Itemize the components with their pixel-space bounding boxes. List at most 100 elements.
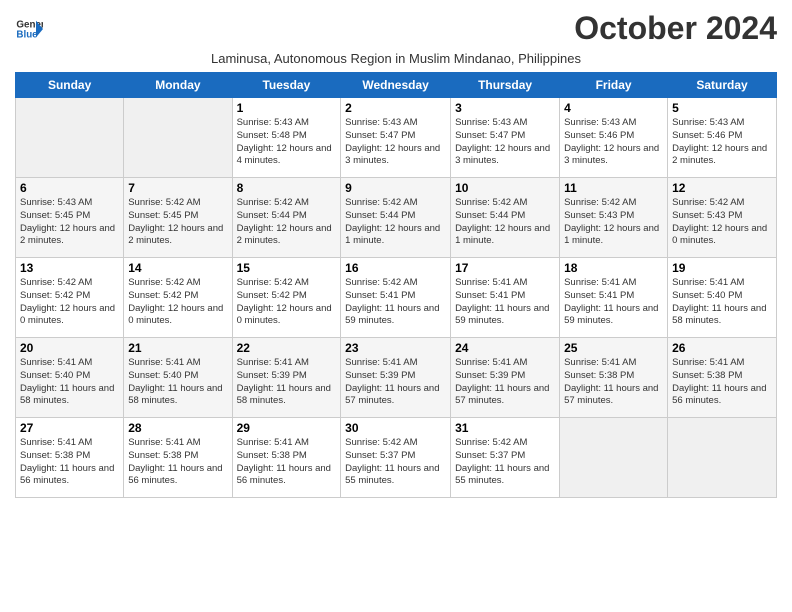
day-of-week-tuesday: Tuesday <box>232 73 341 98</box>
calendar-cell <box>668 418 777 498</box>
calendar-cell: 29 Sunrise: 5:41 AMSunset: 5:38 PMDayligh… <box>232 418 341 498</box>
day-info: Sunrise: 5:43 AMSunset: 5:48 PMDaylight:… <box>237 117 337 168</box>
day-of-week-friday: Friday <box>560 73 668 98</box>
day-number: 24 <box>455 341 555 355</box>
day-number: 23 <box>345 341 446 355</box>
calendar-cell: 25 Sunrise: 5:41 AMSunset: 5:38 PMDayligh… <box>560 338 668 418</box>
calendar-cell: 14 Sunrise: 5:42 AMSunset: 5:42 PMDayligh… <box>124 258 232 338</box>
day-info: Sunrise: 5:41 AMSunset: 5:40 PMDaylight:… <box>20 357 119 408</box>
day-info: Sunrise: 5:42 AMSunset: 5:42 PMDaylight:… <box>128 277 227 328</box>
day-of-week-sunday: Sunday <box>16 73 124 98</box>
day-info: Sunrise: 5:42 AMSunset: 5:43 PMDaylight:… <box>564 197 663 248</box>
logo: General Blue <box>15 15 43 43</box>
day-number: 2 <box>345 101 446 115</box>
day-of-week-saturday: Saturday <box>668 73 777 98</box>
calendar-cell: 22 Sunrise: 5:41 AMSunset: 5:39 PMDayligh… <box>232 338 341 418</box>
day-info: Sunrise: 5:42 AMSunset: 5:43 PMDaylight:… <box>672 197 772 248</box>
calendar-cell: 23 Sunrise: 5:41 AMSunset: 5:39 PMDayligh… <box>341 338 451 418</box>
day-number: 9 <box>345 181 446 195</box>
calendar-cell: 13 Sunrise: 5:42 AMSunset: 5:42 PMDayligh… <box>16 258 124 338</box>
day-number: 27 <box>20 421 119 435</box>
calendar-cell: 27 Sunrise: 5:41 AMSunset: 5:38 PMDayligh… <box>16 418 124 498</box>
calendar-cell: 11 Sunrise: 5:42 AMSunset: 5:43 PMDayligh… <box>560 178 668 258</box>
calendar-cell: 19 Sunrise: 5:41 AMSunset: 5:40 PMDayligh… <box>668 258 777 338</box>
calendar-table: SundayMondayTuesdayWednesdayThursdayFrid… <box>15 72 777 498</box>
day-info: Sunrise: 5:41 AMSunset: 5:38 PMDaylight:… <box>128 437 227 488</box>
day-info: Sunrise: 5:41 AMSunset: 5:41 PMDaylight:… <box>455 277 555 328</box>
day-number: 19 <box>672 261 772 275</box>
calendar-cell: 7 Sunrise: 5:42 AMSunset: 5:45 PMDaylight… <box>124 178 232 258</box>
day-info: Sunrise: 5:41 AMSunset: 5:39 PMDaylight:… <box>455 357 555 408</box>
calendar-cell: 8Sunrise: 5:42 AMSunset: 5:44 PMDaylight… <box>232 178 341 258</box>
day-info: Sunrise: 5:41 AMSunset: 5:39 PMDaylight:… <box>237 357 337 408</box>
day-number: 4 <box>564 101 663 115</box>
calendar-cell <box>124 98 232 178</box>
calendar-cell <box>16 98 124 178</box>
calendar-cell: 1 Sunrise: 5:43 AMSunset: 5:48 PMDaylight… <box>232 98 341 178</box>
day-number: 25 <box>564 341 663 355</box>
day-number: 14 <box>128 261 227 275</box>
calendar-cell: 4 Sunrise: 5:43 AMSunset: 5:46 PMDaylight… <box>560 98 668 178</box>
calendar-cell: 17 Sunrise: 5:41 AMSunset: 5:41 PMDayligh… <box>451 258 560 338</box>
day-info: Sunrise: 5:41 AMSunset: 5:38 PMDaylight:… <box>564 357 663 408</box>
calendar-cell: 9 Sunrise: 5:42 AMSunset: 5:44 PMDaylight… <box>341 178 451 258</box>
day-number: 12 <box>672 181 772 195</box>
day-info: Sunrise: 5:42 AMSunset: 5:44 PMDaylight:… <box>455 197 555 248</box>
day-number: 5 <box>672 101 772 115</box>
day-number: 30 <box>345 421 446 435</box>
day-number: 1 <box>237 101 337 115</box>
day-of-week-wednesday: Wednesday <box>341 73 451 98</box>
day-info: Sunrise: 5:43 AMSunset: 5:47 PMDaylight:… <box>455 117 555 168</box>
day-number: 13 <box>20 261 119 275</box>
calendar-cell: 2 Sunrise: 5:43 AMSunset: 5:47 PMDaylight… <box>341 98 451 178</box>
calendar-cell: 24 Sunrise: 5:41 AMSunset: 5:39 PMDayligh… <box>451 338 560 418</box>
day-info: Sunrise: 5:42 AMSunset: 5:45 PMDaylight:… <box>128 197 227 248</box>
day-info: Sunrise: 5:41 AMSunset: 5:40 PMDaylight:… <box>128 357 227 408</box>
day-info: Sunrise: 5:42 AMSunset: 5:37 PMDaylight:… <box>455 437 555 488</box>
day-number: 6 <box>20 181 119 195</box>
day-number: 15 <box>237 261 337 275</box>
day-info: Sunrise: 5:42 AMSunset: 5:44 PMDaylight:… <box>345 197 446 248</box>
day-number: 22 <box>237 341 337 355</box>
calendar-cell: 26Sunrise: 5:41 AMSunset: 5:38 PMDayligh… <box>668 338 777 418</box>
day-info: Sunrise: 5:41 AMSunset: 5:40 PMDaylight:… <box>672 277 772 328</box>
day-number: 28 <box>128 421 227 435</box>
logo-icon: General Blue <box>15 15 43 43</box>
day-number: 16 <box>345 261 446 275</box>
calendar-cell: 5Sunrise: 5:43 AMSunset: 5:46 PMDaylight… <box>668 98 777 178</box>
day-number: 20 <box>20 341 119 355</box>
calendar-cell: 16 Sunrise: 5:42 AMSunset: 5:41 PMDayligh… <box>341 258 451 338</box>
svg-text:Blue: Blue <box>16 29 38 40</box>
day-number: 29 <box>237 421 337 435</box>
day-of-week-thursday: Thursday <box>451 73 560 98</box>
calendar-cell <box>560 418 668 498</box>
calendar-cell: 3Sunrise: 5:43 AMSunset: 5:47 PMDaylight… <box>451 98 560 178</box>
day-number: 10 <box>455 181 555 195</box>
day-number: 18 <box>564 261 663 275</box>
day-info: Sunrise: 5:41 AMSunset: 5:38 PMDaylight:… <box>672 357 772 408</box>
day-info: Sunrise: 5:42 AMSunset: 5:44 PMDaylight:… <box>237 197 337 248</box>
day-of-week-monday: Monday <box>124 73 232 98</box>
calendar-cell: 31 Sunrise: 5:42 AMSunset: 5:37 PMDayligh… <box>451 418 560 498</box>
day-number: 17 <box>455 261 555 275</box>
calendar-cell: 10 Sunrise: 5:42 AMSunset: 5:44 PMDayligh… <box>451 178 560 258</box>
calendar-cell: 12 Sunrise: 5:42 AMSunset: 5:43 PMDayligh… <box>668 178 777 258</box>
month-title: October 2024 <box>574 10 777 47</box>
day-info: Sunrise: 5:42 AMSunset: 5:42 PMDaylight:… <box>20 277 119 328</box>
day-info: Sunrise: 5:42 AMSunset: 5:41 PMDaylight:… <box>345 277 446 328</box>
calendar-cell: 15 Sunrise: 5:42 AMSunset: 5:42 PMDayligh… <box>232 258 341 338</box>
header: General Blue October 2024 <box>15 10 777 47</box>
calendar-cell: 6Sunrise: 5:43 AMSunset: 5:45 PMDaylight… <box>16 178 124 258</box>
day-number: 7 <box>128 181 227 195</box>
calendar-cell: 21Sunrise: 5:41 AMSunset: 5:40 PMDayligh… <box>124 338 232 418</box>
day-info: Sunrise: 5:43 AMSunset: 5:47 PMDaylight:… <box>345 117 446 168</box>
day-info: Sunrise: 5:41 AMSunset: 5:38 PMDaylight:… <box>20 437 119 488</box>
day-info: Sunrise: 5:42 AMSunset: 5:42 PMDaylight:… <box>237 277 337 328</box>
day-info: Sunrise: 5:43 AMSunset: 5:46 PMDaylight:… <box>564 117 663 168</box>
day-info: Sunrise: 5:41 AMSunset: 5:39 PMDaylight:… <box>345 357 446 408</box>
day-info: Sunrise: 5:41 AMSunset: 5:38 PMDaylight:… <box>237 437 337 488</box>
day-number: 11 <box>564 181 663 195</box>
subtitle: Laminusa, Autonomous Region in Muslim Mi… <box>15 51 777 66</box>
day-number: 31 <box>455 421 555 435</box>
day-info: Sunrise: 5:41 AMSunset: 5:41 PMDaylight:… <box>564 277 663 328</box>
